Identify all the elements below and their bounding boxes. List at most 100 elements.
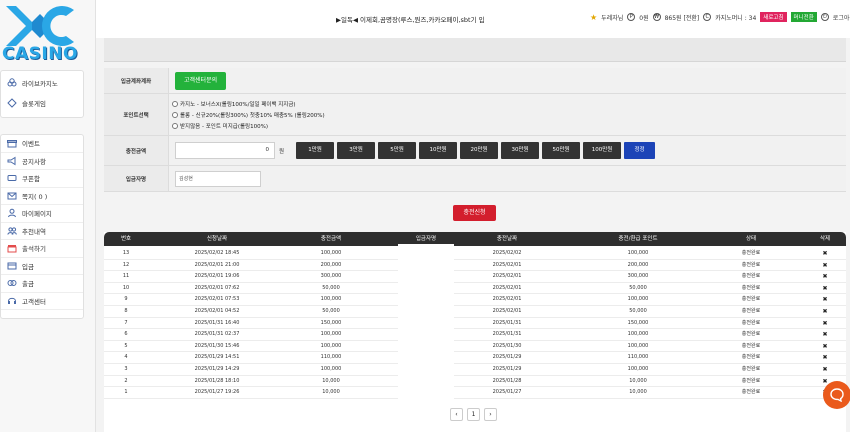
table-cell: 13 bbox=[122, 250, 130, 256]
table-cell: 2025/01/27 19:26 bbox=[194, 389, 240, 396]
table-cell: 충전완료 bbox=[741, 331, 761, 338]
amount-preset-button[interactable]: 1만원 bbox=[296, 142, 335, 159]
money-convert-button[interactable]: 머니전환 bbox=[790, 12, 817, 22]
delete-icon[interactable]: ✖ bbox=[790, 341, 850, 352]
column-header: 신청날짜 bbox=[206, 236, 228, 242]
logout-link[interactable]: 로그아웃 bbox=[833, 13, 850, 22]
point-option[interactable]: 롤롱 - 신규20%(롤링300%) 첫충10% 매충5% (롤링200%) bbox=[172, 111, 325, 119]
user-name: 두레자님 bbox=[601, 14, 624, 22]
table-cell: 2025/01/31 16:40 bbox=[194, 319, 240, 326]
table-cell: 충전완료 bbox=[741, 284, 761, 291]
table-cell: 100,000 bbox=[627, 296, 649, 303]
radio-button[interactable] bbox=[172, 100, 178, 107]
delete-icon[interactable]: ✖ bbox=[790, 271, 850, 282]
live-chat-button[interactable] bbox=[823, 381, 850, 409]
table-cell: 10,000 bbox=[629, 377, 647, 384]
table-cell: 110,000 bbox=[627, 354, 649, 361]
table-cell: 2025/02/01 bbox=[492, 284, 522, 291]
table-row: 5 2025/01/30 15:46 100,000 2025/01/30 100,00… bbox=[104, 341, 846, 353]
page-header-strip bbox=[104, 38, 846, 62]
table-cell: 충전완료 bbox=[741, 308, 761, 314]
radio-button[interactable] bbox=[172, 122, 178, 129]
balance-value[interactable]: 865원 [전환] bbox=[665, 13, 700, 22]
refresh-button[interactable]: 새로고침 bbox=[760, 12, 787, 22]
envelope-icon bbox=[6, 190, 17, 201]
table-cell: 11 bbox=[122, 273, 130, 280]
delete-icon[interactable]: ✖ bbox=[790, 294, 850, 305]
chip-icon: C bbox=[703, 13, 712, 21]
amount-reset-button[interactable]: 정정 bbox=[624, 142, 656, 159]
page-number[interactable]: 1 bbox=[467, 408, 480, 421]
sidebar-item[interactable]: 추천내역 bbox=[1, 223, 83, 240]
notice-marquee: ▶일독◀ 이제회,곰명장(루스,뭔즈,카카오페이,sbt기 입 bbox=[336, 16, 485, 24]
people-icon bbox=[6, 225, 17, 236]
amount-unit: 원 bbox=[279, 148, 285, 155]
table-cell: 2025/01/31 bbox=[492, 331, 522, 338]
table-cell: 300,000 bbox=[627, 273, 649, 280]
table-cell: 2025/02/01 07:53 bbox=[194, 296, 240, 303]
point-option[interactable]: 받지않음 - 포인트 미지급(롤링100%) bbox=[172, 122, 325, 130]
delete-icon[interactable]: ✖ bbox=[790, 352, 850, 363]
table-cell: 100,000 bbox=[627, 250, 649, 256]
delete-icon[interactable]: ✖ bbox=[790, 364, 850, 375]
sidebar-item[interactable]: 마이페이지 bbox=[1, 205, 83, 223]
table-cell: 2025/02/01 04:52 bbox=[194, 308, 240, 314]
table-cell: 50,000 bbox=[322, 308, 340, 314]
delete-icon[interactable]: ✖ bbox=[790, 260, 850, 271]
point-option-label: 롤롱 - 신규20%(롤링300%) 첫충10% 매충5% (롤링200%) bbox=[180, 112, 325, 119]
delete-icon[interactable]: ✖ bbox=[790, 318, 850, 329]
depositor-column-mask bbox=[398, 244, 454, 404]
amount-input[interactable]: 0 bbox=[175, 142, 275, 159]
sidebar-item[interactable]: 고객센터 bbox=[1, 293, 83, 310]
sidebar-item[interactable]: 쿠폰함 bbox=[1, 170, 83, 188]
delete-icon[interactable]: ✖ bbox=[790, 306, 850, 317]
table-cell: 2025/01/29 14:29 bbox=[194, 366, 240, 372]
apply-deposit-button[interactable]: 충전신청 bbox=[453, 205, 496, 221]
sidebar-item[interactable]: 슬롯게임 bbox=[1, 95, 83, 111]
column-header: 충전날짜 bbox=[496, 236, 518, 242]
sidebar-item[interactable]: 공지사항 bbox=[1, 153, 83, 170]
table-cell: 2025/01/29 bbox=[492, 366, 522, 372]
amount-preset-button[interactable]: 20만원 bbox=[460, 142, 499, 159]
radio-button[interactable] bbox=[172, 111, 178, 118]
point-select-row: 포인트선택 카지노 - 보너스X(롤링100%/일일 페이백 지지금) 롤롱 -… bbox=[104, 94, 846, 136]
amount-preset-button[interactable]: 10만원 bbox=[419, 142, 458, 159]
table-cell: 2025/01/31 02:37 bbox=[194, 331, 240, 338]
sidebar-item[interactable]: 이벤트 bbox=[1, 135, 83, 153]
table-cell: 12 bbox=[122, 261, 130, 268]
calendar-icon bbox=[6, 243, 17, 254]
point-option[interactable]: 카지노 - 보너스X(롤링100%/일일 페이백 지지금) bbox=[172, 100, 325, 108]
amount-preset-button[interactable]: 100만원 bbox=[583, 142, 622, 159]
point-select-label: 포인트선택 bbox=[123, 112, 149, 119]
next-page-button[interactable]: › bbox=[484, 408, 497, 421]
sidebar-item[interactable]: 쪽지( 0 ) bbox=[1, 188, 83, 205]
delete-icon[interactable]: ✖ bbox=[790, 248, 850, 259]
customer-center-button[interactable]: 고객센터문의 bbox=[175, 71, 227, 90]
coupon-icon bbox=[6, 173, 17, 184]
table-row: 11 2025/02/01 19:06 300,000 2025/02/01 300,0… bbox=[104, 271, 846, 283]
sidebar-item[interactable]: 출석하기 bbox=[1, 240, 83, 258]
delete-icon[interactable]: ✖ bbox=[790, 329, 850, 340]
casino-logo[interactable]: CASINO bbox=[2, 2, 78, 64]
table-cell: 10,000 bbox=[322, 389, 340, 396]
table-cell: 충전완료 bbox=[741, 273, 761, 280]
amount-preset-button[interactable]: 3만원 bbox=[337, 142, 376, 159]
depositor-input[interactable]: 김성현 bbox=[175, 170, 261, 187]
delete-icon[interactable]: ✖ bbox=[790, 283, 850, 294]
column-header: 충전금액 bbox=[320, 236, 342, 242]
sidebar-item-label: 슬롯게임 bbox=[22, 100, 46, 108]
amount-preset-button[interactable]: 30만원 bbox=[501, 142, 540, 159]
sidebar-item[interactable]: 라이브카지노 bbox=[1, 75, 83, 91]
table-cell: 100,000 bbox=[320, 250, 342, 256]
prev-page-button[interactable]: ‹ bbox=[450, 408, 463, 421]
table-cell: 300,000 bbox=[320, 273, 342, 280]
amount-preset-button[interactable]: 5만원 bbox=[378, 142, 417, 159]
sidebar-item[interactable]: 입금 bbox=[1, 258, 83, 275]
headset-icon bbox=[6, 295, 17, 306]
table-cell: 2025/02/01 19:06 bbox=[194, 273, 240, 280]
table-cell: 50,000 bbox=[629, 308, 647, 314]
amount-preset-button[interactable]: 50만원 bbox=[542, 142, 581, 159]
sidebar-item[interactable]: 출금 bbox=[1, 275, 83, 293]
sidebar-item-label: 입금 bbox=[22, 262, 34, 271]
depositor-label: 입금자명 bbox=[125, 176, 147, 183]
